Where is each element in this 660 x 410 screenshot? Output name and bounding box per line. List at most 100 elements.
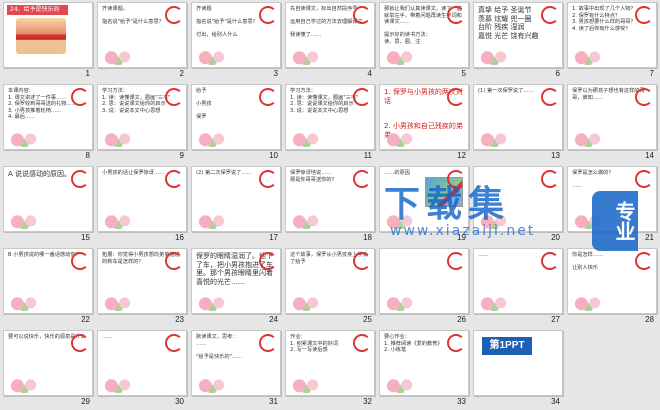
slide-preview[interactable]: 保罗是怎么做的？ …… xyxy=(567,166,657,232)
slide-preview[interactable]: (1) 第一次保罗说了…… xyxy=(473,84,563,150)
slide-sorter-grid: 24、给予是快乐的 1 齐读课题。 指名说"给予"是什么意思？ 2 齐读题 指名说"给予… xyxy=(0,0,660,410)
slide-preview[interactable]: 你是怎样…… 让别人快乐 xyxy=(567,248,657,314)
slide-preview[interactable]: 保罗惊讶地说…… 那是你哥哥送你的？ xyxy=(285,166,375,232)
slide-thumbnail[interactable]: A 说说感动的原因。 15 xyxy=(0,164,94,246)
slide-thumbnail[interactable]: 第1PPT 34 xyxy=(470,328,564,410)
slide-preview[interactable]: 学习方法： 1. 读：读懂课文，圈画"三不" 2. 思：说说课文给你的启示 3.… xyxy=(285,84,375,150)
slide-preview[interactable] xyxy=(379,248,469,314)
slide-thumbnail[interactable]: 保罗以为那孩子想也有这样的哥哥，谁知…… 14 xyxy=(564,82,658,164)
slide-number: 12 xyxy=(457,151,466,160)
ornament-icon xyxy=(541,252,559,270)
slide-thumbnail[interactable]: 齐读题 指名说"给予"是什么意思？ 付出，给别人什么 3 xyxy=(188,0,282,82)
ornament-icon xyxy=(353,88,371,106)
slide-thumbnail[interactable]: 作业： 1. 积累课文中的好词 2. 写一写读后感 32 xyxy=(282,328,376,410)
flower-decoration-icon xyxy=(6,375,44,393)
slide-thumbnail[interactable]: 那就让我们认真读课文，读了一遍就举左手，带着问题再读生字词和读课文…… 提示好的… xyxy=(376,0,470,82)
ornament-icon xyxy=(165,170,183,188)
slide-preview[interactable]: (2) 第二次保罗说了…… xyxy=(191,166,281,232)
slide-preview[interactable]: 24、给予是快乐的 xyxy=(3,2,93,68)
flower-decoration-icon xyxy=(6,211,44,229)
slide-preview[interactable]: 那就让我们认真读课文，读了一遍就举左手，带着问题再读生字词和读课文…… 提示好的… xyxy=(379,2,469,68)
slide-preview[interactable]: 拓展：你觉得小男孩想向弟弟描述的新车是怎样的？ xyxy=(97,248,187,314)
slide-number: 33 xyxy=(457,397,466,406)
slide-number: 5 xyxy=(461,69,466,78)
slide-thumbnail[interactable]: 给予 小男孩 保罗 10 xyxy=(188,82,282,164)
slide-preview[interactable]: 学习方法： 1. 读：读懂课文，圈画"三不" 2. 思：说说课文给你的启示 3.… xyxy=(97,84,187,150)
slide-thumbnail[interactable]: 保罗的眼睛湿润了。他下了车，把小男孩抱进了车里。那个男孩眼睛里闪着喜悦的光芒……… xyxy=(188,246,282,328)
slide-thumbnail[interactable]: …… 27 xyxy=(470,246,564,328)
slide-preview[interactable]: …… xyxy=(97,330,187,396)
ornament-icon xyxy=(541,6,559,24)
flower-decoration-icon xyxy=(194,129,232,147)
slide-thumbnail[interactable]: (2) 第二次保罗说了…… 17 xyxy=(188,164,282,246)
slide-preview[interactable]: 默读课文，思考： …… "给予是快乐的"…… xyxy=(191,330,281,396)
slide-thumbnail[interactable]: 要心作业： 1. 推荐阅读《爱的教育》 2. 小练笔 33 xyxy=(376,328,470,410)
slide-thumbnail[interactable]: 保罗惊讶地说…… 那是你哥哥送你的？ 18 xyxy=(282,164,376,246)
slide-thumbnail[interactable]: (1) 第一次保罗说了…… 13 xyxy=(470,82,564,164)
flower-decoration-icon xyxy=(382,47,420,65)
flower-decoration-icon xyxy=(100,293,138,311)
slide-thumbnail[interactable]: 先自读课文，标出自然段序号 运用自己学过的方法去理解课文 我读懂了…… 4 xyxy=(282,0,376,82)
slide-preview[interactable]: 1. 故事中出现了几个人物？ 2. 保罗有什么特点？ 3. 男孩想要什么样的哥哥… xyxy=(567,2,657,68)
ornament-icon xyxy=(165,252,183,270)
slide-preview[interactable]: 小男孩的话让保罗惊讶…… xyxy=(97,166,187,232)
slide-preview[interactable]: 给予 小男孩 保罗 xyxy=(191,84,281,150)
slide-preview[interactable]: 真挚 给予 圣诞节 羡慕 炫耀 兜一圈 台阶 残疾 湿润 嘉悦 光芒 饶有兴趣 xyxy=(473,2,563,68)
slide-preview[interactable]: 这个故事，保罗从小男孩身上学会了给予 xyxy=(285,248,375,314)
slide-preview[interactable] xyxy=(473,166,563,232)
ornament-icon xyxy=(353,334,371,352)
slide-number: 14 xyxy=(645,151,654,160)
flower-decoration-icon xyxy=(476,47,514,65)
slide-thumbnail[interactable]: 学习方法： 1. 读：读懂课文，圈画"三不" 2. 思：说说课文给你的启示 3.… xyxy=(282,82,376,164)
slide-thumbnail[interactable]: 26 xyxy=(376,246,470,328)
slide-number: 10 xyxy=(269,151,278,160)
slide-thumbnail[interactable]: 齐读课题。 指名说"给予"是什么意思？ 2 xyxy=(94,0,188,82)
slide-preview[interactable]: 保罗的眼睛湿润了。他下了车，把小男孩抱进了车里。那个男孩眼睛里闪着喜悦的光芒…… xyxy=(191,248,281,314)
slide-thumbnail[interactable]: 要可以说快乐，快乐的源泉是什么 29 xyxy=(0,328,94,410)
flower-decoration-icon xyxy=(476,293,514,311)
slide-thumbnail[interactable]: 24、给予是快乐的 1 xyxy=(0,0,94,82)
slide-thumbnail[interactable]: 保罗是怎么做的？ …… 21 xyxy=(564,164,658,246)
slide-thumbnail[interactable]: 默读课文，思考： …… "给予是快乐的"…… 31 xyxy=(188,328,282,410)
slide-number: 8 xyxy=(85,151,90,160)
ornament-icon xyxy=(635,88,653,106)
ornament-icon xyxy=(165,88,183,106)
slide-preview[interactable]: 齐读题 指名说"给予"是什么意思？ 付出，给别人什么 xyxy=(191,2,281,68)
flower-decoration-icon xyxy=(6,293,44,311)
slide-title: 24、给予是快乐的 xyxy=(7,5,68,15)
slide-thumbnail[interactable]: 1. 保罗与小男孩的两次对话 2. 小男孩和自己残疾的弟弟12 xyxy=(376,82,470,164)
slide-preview[interactable]: …… xyxy=(473,248,563,314)
slide-preview[interactable]: 保罗以为那孩子想也有这样的哥哥，谁知…… xyxy=(567,84,657,150)
slide-preview[interactable]: 本课内容： 1. 课文讲述了一件事…… 2. 保罗收到哥哥送的礼物…… 3. 小… xyxy=(3,84,93,150)
flower-decoration-icon xyxy=(6,129,44,147)
ornament-icon xyxy=(165,6,183,24)
flower-decoration-icon xyxy=(288,375,326,393)
slide-preview[interactable]: 第1PPT xyxy=(473,330,563,396)
slide-thumbnail[interactable]: 真挚 给予 圣诞节 羡慕 炫耀 兜一圈 台阶 残疾 湿润 嘉悦 光芒 饶有兴趣 6 xyxy=(470,0,564,82)
slide-thumbnail[interactable]: B 小男孩说的哪一番话感动你？ 22 xyxy=(0,246,94,328)
flower-decoration-icon xyxy=(100,211,138,229)
slide-thumbnail[interactable]: 这个故事，保罗从小男孩身上学会了给予 25 xyxy=(282,246,376,328)
slide-preview[interactable]: 先自读课文，标出自然段序号 运用自己学过的方法去理解课文 我读懂了…… xyxy=(285,2,375,68)
slide-thumbnail[interactable]: 小男孩的话让保罗惊讶…… 16 xyxy=(94,164,188,246)
slide-thumbnail[interactable]: 20 xyxy=(470,164,564,246)
slide-thumbnail[interactable]: 拓展：你觉得小男孩想向弟弟描述的新车是怎样的？ 23 xyxy=(94,246,188,328)
slide-preview[interactable]: 齐读课题。 指名说"给予"是什么意思？ xyxy=(97,2,187,68)
slide-preview[interactable]: 要可以说快乐，快乐的源泉是什么 xyxy=(3,330,93,396)
slide-preview[interactable]: B 小男孩说的哪一番话感动你？ xyxy=(3,248,93,314)
cover-image xyxy=(16,18,66,54)
slide-preview[interactable]: 要心作业： 1. 推荐阅读《爱的教育》 2. 小练笔 xyxy=(379,330,469,396)
slide-thumbnail[interactable]: ……的原因 19 xyxy=(376,164,470,246)
slide-preview[interactable]: ……的原因 xyxy=(379,166,469,232)
slide-preview[interactable]: 1. 保罗与小男孩的两次对话 2. 小男孩和自己残疾的弟弟 xyxy=(379,84,469,150)
slide-thumbnail[interactable]: 你是怎样…… 让别人快乐 28 xyxy=(564,246,658,328)
slide-thumbnail[interactable]: 学习方法： 1. 读：读懂课文，圈画"三不" 2. 思：说说课文给你的启示 3.… xyxy=(94,82,188,164)
slide-number: 29 xyxy=(81,397,90,406)
slide-number: 27 xyxy=(551,315,560,324)
ornament-icon xyxy=(635,6,653,24)
slide-preview[interactable]: 作业： 1. 积累课文中的好词 2. 写一写读后感 xyxy=(285,330,375,396)
slide-preview[interactable]: A 说说感动的原因。 xyxy=(3,166,93,232)
slide-thumbnail[interactable]: 本课内容： 1. 课文讲述了一件事…… 2. 保罗收到哥哥送的礼物…… 3. 小… xyxy=(0,82,94,164)
slide-thumbnail[interactable]: …… 30 xyxy=(94,328,188,410)
slide-thumbnail[interactable]: 1. 故事中出现了几个人物？ 2. 保罗有什么特点？ 3. 男孩想要什么样的哥哥… xyxy=(564,0,658,82)
